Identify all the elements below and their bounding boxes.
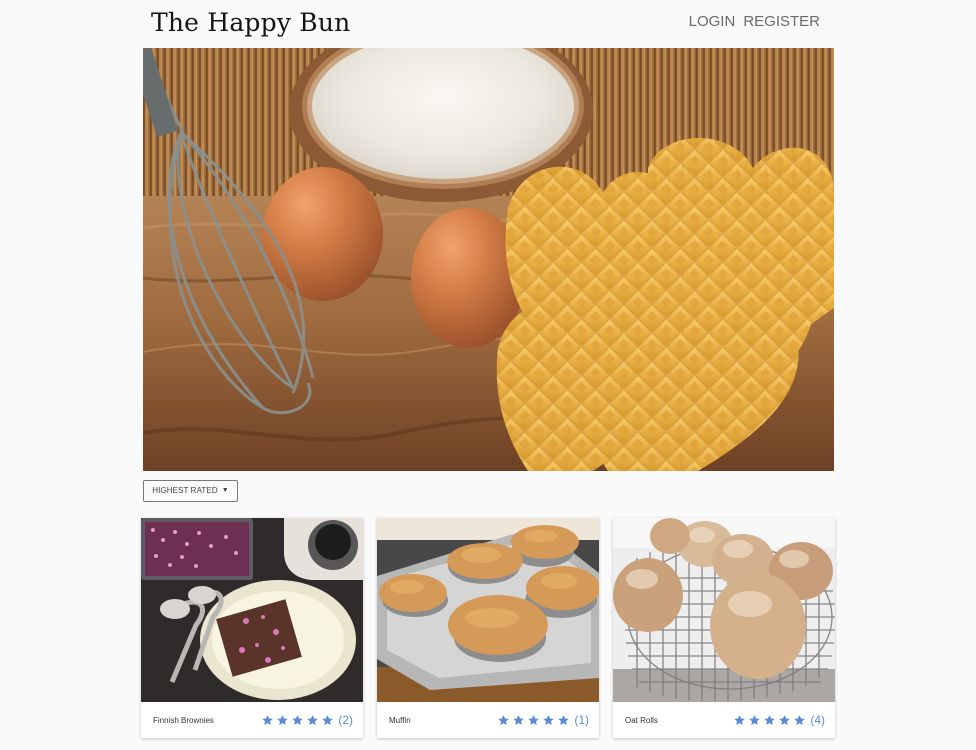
star-icon — [733, 714, 746, 727]
star-icon — [763, 714, 776, 727]
star-icon — [793, 714, 806, 727]
star-icon — [321, 714, 334, 727]
recipe-card[interactable]: Oat Rolls (4) — [613, 518, 835, 738]
card-title[interactable]: Finnish Brownies — [153, 716, 214, 725]
card-image[interactable] — [377, 518, 599, 702]
card-footer: Muffin (1) — [377, 702, 599, 738]
card-footer: Finnish Brownies (2) — [141, 702, 363, 738]
register-link[interactable]: REGISTER — [743, 12, 820, 32]
recipe-card[interactable]: Muffin (1) — [377, 518, 599, 738]
hero-baking-photo — [143, 48, 834, 471]
card-title[interactable]: Muffin — [389, 716, 411, 725]
star-icon — [778, 714, 791, 727]
star-icon — [291, 714, 304, 727]
rating-count: (2) — [338, 713, 353, 727]
star-icon — [306, 714, 319, 727]
star-icon — [557, 714, 570, 727]
star-icon — [542, 714, 555, 727]
star-icon — [748, 714, 761, 727]
star-icon — [497, 714, 510, 727]
star-icon — [276, 714, 289, 727]
page: The Happy Bun LOGIN REGISTER HIGHEST RAT… — [0, 0, 976, 750]
rating-display: (4) — [733, 713, 825, 727]
sort-label: HIGHEST RATED — [152, 486, 218, 495]
rating-count: (1) — [574, 713, 589, 727]
login-link[interactable]: LOGIN — [689, 12, 736, 32]
site-logo-title[interactable]: The Happy Bun — [151, 6, 350, 40]
card-image[interactable] — [141, 518, 363, 702]
hero-image — [143, 48, 834, 471]
caret-down-icon: ▼ — [221, 487, 229, 494]
star-icon — [512, 714, 525, 727]
rating-display: (1) — [497, 713, 589, 727]
sort-dropdown-button[interactable]: HIGHEST RATED ▼ — [143, 480, 238, 502]
oat-rolls-photo — [613, 518, 835, 702]
rating-count: (4) — [810, 713, 825, 727]
brownies-photo — [141, 518, 363, 702]
site-header: The Happy Bun LOGIN REGISTER — [0, 0, 976, 48]
card-image[interactable] — [613, 518, 835, 702]
star-icon — [527, 714, 540, 727]
card-title[interactable]: Oat Rolls — [625, 716, 658, 725]
rating-display: (2) — [261, 713, 353, 727]
recipe-card[interactable]: Finnish Brownies (2) — [141, 518, 363, 738]
star-icon — [261, 714, 274, 727]
auth-nav: LOGIN REGISTER — [689, 12, 820, 32]
card-footer: Oat Rolls (4) — [613, 702, 835, 738]
muffin-photo — [377, 518, 599, 702]
